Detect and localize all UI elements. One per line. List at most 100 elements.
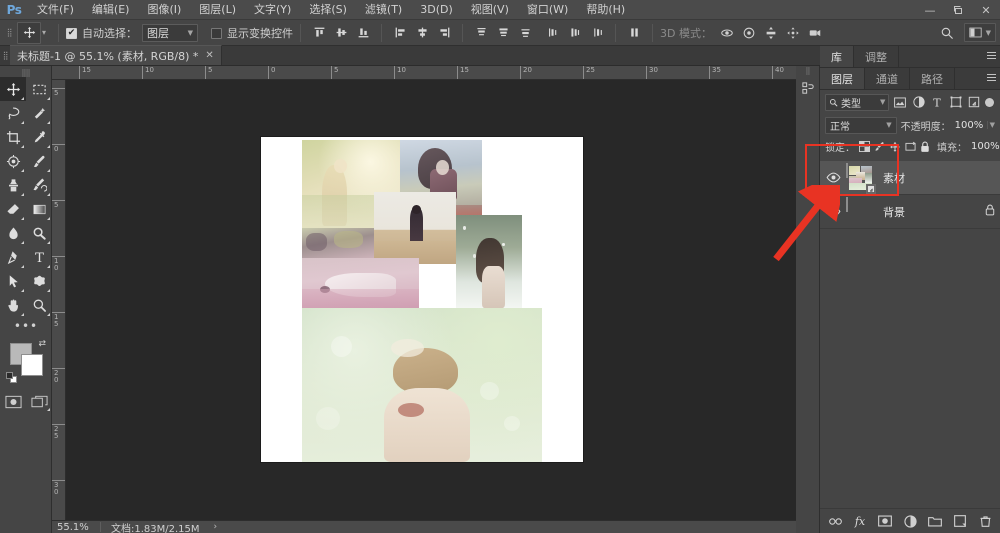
layer-row-material[interactable]: 素材 (820, 161, 1000, 195)
auto-select-label-group[interactable]: 自动选择： (66, 25, 137, 41)
rail-gripper[interactable]: ⣿ (796, 66, 819, 75)
auto-select-checkbox[interactable] (66, 28, 78, 39)
options-bar-gripper[interactable]: ⣿ (4, 20, 14, 46)
filter-shape-icon[interactable] (948, 94, 964, 111)
tab-layers[interactable]: 图层 (820, 68, 865, 89)
layer-style-fx-icon[interactable]: fx (852, 513, 868, 529)
vertical-ruler[interactable]: 5 0 5 10 15 20 25 30 (52, 80, 66, 520)
align-right-edges-icon[interactable] (434, 23, 454, 43)
eraser-tool[interactable] (0, 197, 26, 221)
link-layers-icon[interactable] (827, 513, 843, 529)
swap-colors-icon[interactable]: ⇄ (38, 339, 46, 349)
align-horizontal-centers-icon[interactable] (412, 23, 432, 43)
path-selection-tool[interactable] (0, 269, 26, 293)
scale-3d-icon[interactable] (805, 23, 825, 43)
fill-value[interactable]: 100% (971, 141, 1000, 152)
tab-libraries[interactable]: 库 (820, 46, 854, 67)
slide-3d-icon[interactable] (783, 23, 803, 43)
drag-3d-icon[interactable] (761, 23, 781, 43)
menu-layer[interactable]: 图层(L) (190, 0, 245, 20)
artboard[interactable] (261, 137, 583, 462)
menu-edit[interactable]: 编辑(E) (83, 0, 139, 20)
search-icon[interactable] (937, 23, 957, 43)
align-left-edges-icon[interactable] (390, 23, 410, 43)
menu-window[interactable]: 窗口(W) (518, 0, 577, 20)
filter-pixel-icon[interactable] (892, 94, 908, 111)
lock-transparent-pixels-icon[interactable] (859, 139, 870, 154)
background-color-swatch[interactable] (21, 354, 43, 376)
horizontal-ruler[interactable]: 15 10 5 0 5 10 15 20 25 30 35 40 (52, 66, 800, 80)
zoom-tool[interactable] (26, 293, 52, 317)
layer-row-background[interactable]: 背景 (820, 195, 1000, 229)
menu-type[interactable]: 文字(Y) (245, 0, 300, 20)
distribute-vertical-centers-icon[interactable] (493, 23, 513, 43)
panel-menu-icon[interactable] (987, 52, 996, 61)
tab-adjustments[interactable]: 调整 (854, 46, 899, 67)
distribute-bottom-edges-icon[interactable] (515, 23, 535, 43)
horizontal-type-tool[interactable]: T (26, 245, 52, 269)
tool-preset-caret-icon[interactable]: ▾ (42, 28, 46, 37)
new-layer-icon[interactable] (952, 513, 968, 529)
align-top-edges-icon[interactable] (309, 23, 329, 43)
status-menu-arrow-icon[interactable]: › (214, 522, 218, 532)
default-colors-icon[interactable] (6, 372, 17, 383)
tab-paths[interactable]: 路径 (910, 68, 955, 89)
lock-all-icon[interactable] (920, 139, 930, 154)
roll-3d-icon[interactable] (739, 23, 759, 43)
restore-button[interactable] (944, 0, 972, 20)
lock-image-pixels-icon[interactable] (874, 139, 885, 154)
layer-filter-type-dropdown[interactable]: 类型 ▼ (825, 93, 890, 111)
distribute-left-edges-icon[interactable] (543, 23, 563, 43)
layer-name[interactable]: 素材 (883, 170, 905, 186)
layer-name[interactable]: 背景 (883, 204, 905, 220)
workspace-switcher-icon[interactable]: ▼ (963, 23, 996, 42)
quick-selection-tool[interactable] (26, 101, 52, 125)
menu-view[interactable]: 视图(V) (462, 0, 518, 20)
filter-toggle-switch[interactable] (985, 97, 994, 107)
clone-stamp-tool[interactable] (0, 173, 26, 197)
opacity-stepper-icon[interactable]: ▼ (986, 121, 995, 129)
document-tab[interactable]: 未标题-1 @ 55.1% (素材, RGB/8) * ✕ (10, 45, 222, 65)
menu-filter[interactable]: 滤镜(T) (356, 0, 411, 20)
opacity-value[interactable]: 100% (955, 120, 984, 131)
auto-select-scope-dropdown[interactable]: 图层 ▼ (142, 23, 199, 42)
layer-thumbnail-wrap[interactable] (846, 162, 876, 194)
eyedropper-tool[interactable] (26, 125, 52, 149)
dodge-tool[interactable] (26, 221, 52, 245)
spot-healing-brush-tool[interactable] (0, 149, 26, 173)
align-more-icon[interactable] (624, 23, 644, 43)
filter-smart-object-icon[interactable] (967, 94, 983, 111)
new-group-icon[interactable] (927, 513, 943, 529)
history-panel-icon[interactable] (796, 75, 820, 101)
tools-panel-gripper[interactable]: ⣿⣿ (0, 68, 51, 77)
close-icon[interactable]: ✕ (205, 50, 213, 61)
quick-mask-icon[interactable] (0, 391, 26, 413)
panel-menu-icon[interactable] (987, 74, 996, 83)
zoom-level[interactable]: 55.1% (52, 522, 100, 533)
menu-select[interactable]: 选择(S) (300, 0, 356, 20)
menu-image[interactable]: 图像(I) (138, 0, 190, 20)
distribute-horizontal-centers-icon[interactable] (565, 23, 585, 43)
crop-tool[interactable] (0, 125, 26, 149)
tab-channels[interactable]: 通道 (865, 68, 910, 89)
rectangular-marquee-tool[interactable] (26, 77, 52, 101)
align-vertical-centers-icon[interactable] (331, 23, 351, 43)
blend-mode-dropdown[interactable]: 正常 ▼ (825, 116, 897, 134)
show-transform-group[interactable]: 显示变换控件 (211, 25, 293, 41)
canvas-workspace[interactable] (66, 80, 800, 520)
distribute-right-edges-icon[interactable] (587, 23, 607, 43)
lock-position-icon[interactable] (889, 139, 901, 154)
close-button[interactable]: ✕ (972, 0, 1000, 20)
rectangle-shape-tool[interactable] (26, 269, 52, 293)
delete-layer-icon[interactable] (977, 513, 993, 529)
lasso-tool[interactable] (0, 101, 26, 125)
filter-type-icon[interactable]: T (930, 94, 946, 111)
brush-tool[interactable] (26, 149, 52, 173)
menu-file[interactable]: 文件(F) (28, 0, 83, 20)
new-adjustment-layer-icon[interactable] (902, 513, 918, 529)
edit-toolbar-button[interactable]: ••• (0, 317, 52, 335)
filter-adjustment-icon[interactable] (911, 94, 927, 111)
layer-thumbnail-wrap[interactable] (846, 196, 874, 226)
add-layer-mask-icon[interactable] (877, 513, 893, 529)
hand-tool[interactable] (0, 293, 26, 317)
